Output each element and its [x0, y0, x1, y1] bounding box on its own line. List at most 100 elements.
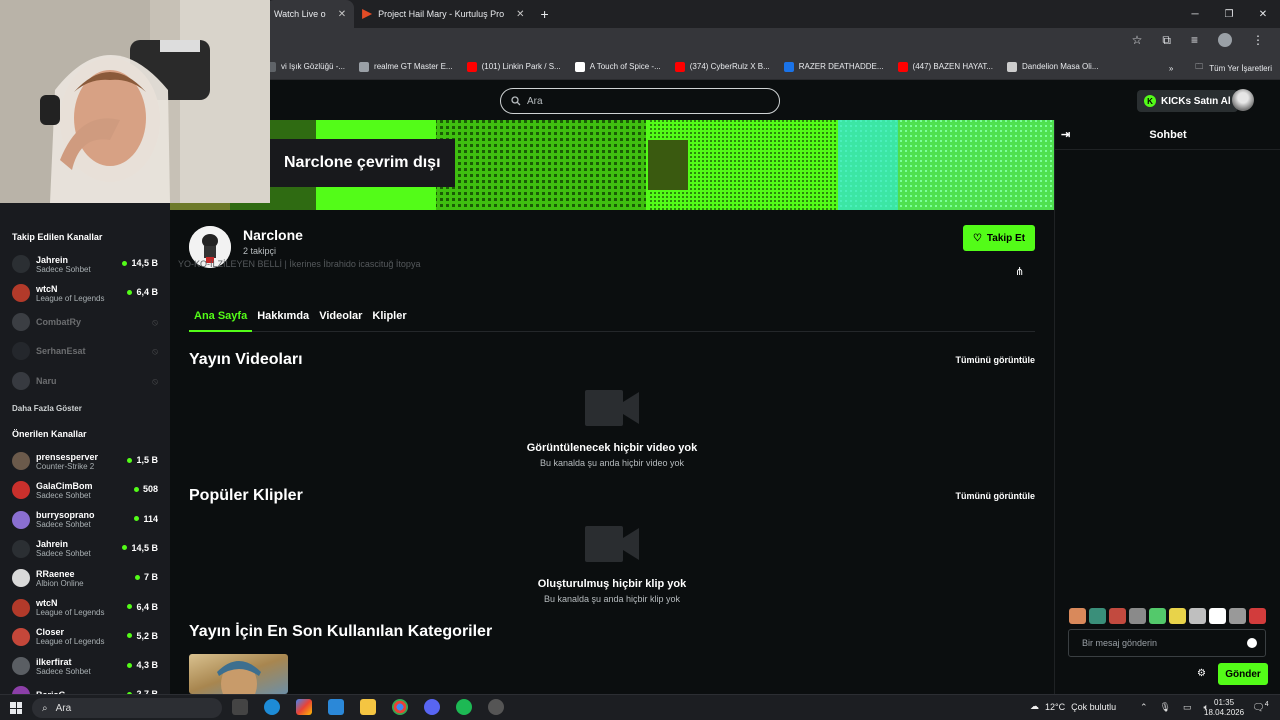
network-icon[interactable]: ▭ — [1183, 702, 1192, 713]
bookmark-item[interactable]: (101) Linkin Park / S... — [466, 61, 561, 72]
sidebar-channel-item[interactable]: GalaCimBom Sadece Sohbet 508 — [0, 476, 170, 504]
file-explorer-icon[interactable] — [360, 699, 376, 715]
tab-videolar[interactable]: Videolar — [314, 310, 367, 331]
bookmark-item[interactable]: Dandelion Masa Oli... — [1007, 61, 1098, 72]
close-icon[interactable]: ✕ — [516, 9, 524, 20]
tab-ana-sayfa[interactable]: Ana Sayfa — [189, 310, 253, 332]
sidebar-channel-item[interactable]: BarisG2,7 B — [0, 681, 170, 694]
category-thumbnail[interactable] — [189, 654, 288, 694]
avatar — [12, 686, 30, 694]
emote-icon[interactable] — [1069, 608, 1086, 624]
chat-input-placeholder: Bir mesaj gönderin — [1082, 638, 1158, 648]
microphone-icon[interactable]: 🎙︎ — [1160, 702, 1171, 713]
close-window-icon[interactable]: ✕ — [1246, 0, 1280, 28]
minimize-icon[interactable]: ─ — [1178, 0, 1212, 28]
chevron-up-icon[interactable]: ⌃ — [1140, 702, 1148, 713]
sidebar-channel-item[interactable]: prensesperver Counter-Strike 2 1,5 B — [0, 447, 170, 475]
viewer-count: 508 — [133, 484, 158, 494]
sidebar-channel-item[interactable]: Jahrein Sadece Sohbet 14,5 B — [0, 535, 170, 563]
sidebar-channel-item[interactable]: CombatRy ⦸ — [0, 308, 170, 336]
search-input[interactable]: Ara — [500, 88, 780, 114]
taskbar: ⌕ Ara ☁ 12°C Çok bulutlu ⌃ 🎙︎ ▭ 🔈︎ 01:35 — [0, 694, 1280, 720]
obs-icon[interactable] — [488, 699, 504, 715]
sidebar-channel-item[interactable]: Naru ⦸ — [0, 367, 170, 395]
menu-icon[interactable]: ⋮ — [1252, 33, 1264, 48]
tab-hakkımda[interactable]: Hakkımda — [252, 310, 314, 331]
extensions-icon[interactable]: ⧉ — [1162, 33, 1171, 48]
emote-icon[interactable] — [1229, 608, 1246, 624]
channel-bio: YO-KO-İLZİLEYEN BELLİ | İkerines İbrahid… — [178, 259, 421, 269]
emote-icon[interactable] — [1169, 608, 1186, 624]
chat-header: ⇥ Sohbet — [1055, 120, 1280, 150]
sidebar-channel-item[interactable]: Closer League of Legends 5,2 B — [0, 623, 170, 651]
new-tab-icon[interactable]: + — [533, 6, 557, 22]
channel-name: CombatRy — [36, 317, 82, 327]
chrome-icon[interactable] — [392, 699, 408, 715]
reading-list-icon[interactable]: ≡ — [1191, 33, 1198, 48]
bookmark-label: vi Işık Gözlüğü -... — [281, 62, 346, 71]
all-bookmarks-link[interactable]: Tüm Yer İşaretleri — [1209, 64, 1272, 73]
emote-icon[interactable] — [1249, 608, 1266, 624]
task-view-icon[interactable] — [232, 699, 248, 715]
send-button[interactable]: Gönder — [1218, 663, 1268, 685]
sidebar-channel-item[interactable]: RRaenee Albion Online 7 B — [0, 564, 170, 592]
store-icon[interactable] — [328, 699, 344, 715]
clock[interactable]: 01:35 18.04.2026 — [1204, 698, 1244, 718]
gear-icon[interactable]: ⚙ — [1197, 668, 1206, 679]
notification-icon[interactable]: 🗨︎4 — [1252, 701, 1269, 713]
category-art — [217, 661, 261, 694]
copilot-icon[interactable] — [296, 699, 312, 715]
sidebar-channel-item[interactable]: SerhanEsat ⦸ — [0, 337, 170, 365]
bookmark-item[interactable]: vi Işık Gözlüğü -... — [266, 61, 346, 72]
emote-icon[interactable] — [1149, 608, 1166, 624]
bookmark-favicon-icon — [1007, 61, 1017, 72]
viewer-count: 6,4 B — [127, 602, 158, 612]
sidebar-channel-item[interactable]: ilkerfirat Sadece Sohbet 4,3 B — [0, 652, 170, 680]
show-more-link[interactable]: Daha Fazla Göster — [12, 404, 82, 413]
bookmarks-overflow-icon[interactable]: » — [1169, 64, 1173, 73]
emote-icon[interactable] — [1109, 608, 1126, 624]
bookmark-item[interactable]: RAZER DEATHADDE... — [783, 61, 884, 72]
restore-icon[interactable]: ❐ — [1212, 0, 1246, 28]
share-icon[interactable]: ⋔ — [1015, 265, 1024, 278]
emote-icon[interactable] — [1209, 608, 1226, 624]
star-icon[interactable]: ☆ — [1132, 33, 1143, 48]
tab-project-hail-mary[interactable]: Project Hail Mary - Kurtuluş Pro ✕ — [354, 0, 532, 28]
buy-kicks-button[interactable]: K KICKs Satın Al — [1137, 90, 1238, 112]
clips-see-all-link[interactable]: Tümünü görüntüle — [956, 491, 1035, 501]
sidebar-channel-item[interactable]: burrysoprano Sadece Sohbet 114 — [0, 506, 170, 534]
clips-section-title: Popüler Klipler — [189, 487, 303, 504]
close-icon[interactable]: ✕ — [338, 9, 346, 20]
edge-icon[interactable] — [264, 699, 280, 715]
videos-see-all-link[interactable]: Tümünü görüntüle — [956, 355, 1035, 365]
emoji-icon[interactable] — [1247, 638, 1257, 648]
emote-icon[interactable] — [1189, 608, 1206, 624]
profile-icon[interactable] — [1218, 33, 1232, 47]
sidebar-channel-item[interactable]: wtcN League of Legends 6,4 B — [0, 279, 170, 307]
user-avatar[interactable] — [1232, 89, 1254, 111]
bookmark-item[interactable]: (374) CyberRulz X B... — [674, 61, 770, 72]
avatar — [12, 539, 30, 558]
collapse-chat-icon[interactable]: ⇥ — [1061, 128, 1070, 141]
windows-start-icon[interactable] — [10, 702, 22, 714]
weather-widget[interactable]: ☁ 12°C Çok bulutlu — [1030, 701, 1116, 712]
channel-text: wtcN League of Legends — [36, 598, 124, 617]
discord-icon[interactable] — [424, 699, 440, 715]
tab-klipler[interactable]: Klipler — [367, 310, 411, 331]
taskbar-search[interactable]: ⌕ Ara — [32, 698, 222, 718]
chat-message-input[interactable]: Bir mesaj gönderin — [1068, 629, 1266, 657]
bookmark-label: (101) Linkin Park / S... — [481, 62, 561, 71]
sidebar-channel-item[interactable]: wtcN League of Legends 6,4 B — [0, 594, 170, 622]
bookmark-item[interactable]: realme GT Master E... — [359, 61, 453, 72]
bookmark-item[interactable]: A Touch of Spice -... — [574, 61, 661, 72]
spotify-icon[interactable] — [456, 699, 472, 715]
follow-button[interactable]: ♡ Takip Et — [963, 225, 1035, 251]
emote-icon[interactable] — [1129, 608, 1146, 624]
taskbar-search-label: Ara — [55, 702, 72, 714]
tab-watch-live[interactable]: Watch Live o ✕ — [266, 0, 355, 28]
emote-icon[interactable] — [1089, 608, 1106, 624]
bookmark-item[interactable]: (447) BAZEN HAYAT... — [897, 61, 993, 72]
sidebar-channel-item[interactable]: Jahrein Sadece Sohbet 14,5 B — [0, 250, 170, 278]
bookmarks-right: » 🗀︎ Tüm Yer İşaretleri — [1169, 61, 1272, 75]
channel-name: RRaenee — [36, 568, 75, 579]
